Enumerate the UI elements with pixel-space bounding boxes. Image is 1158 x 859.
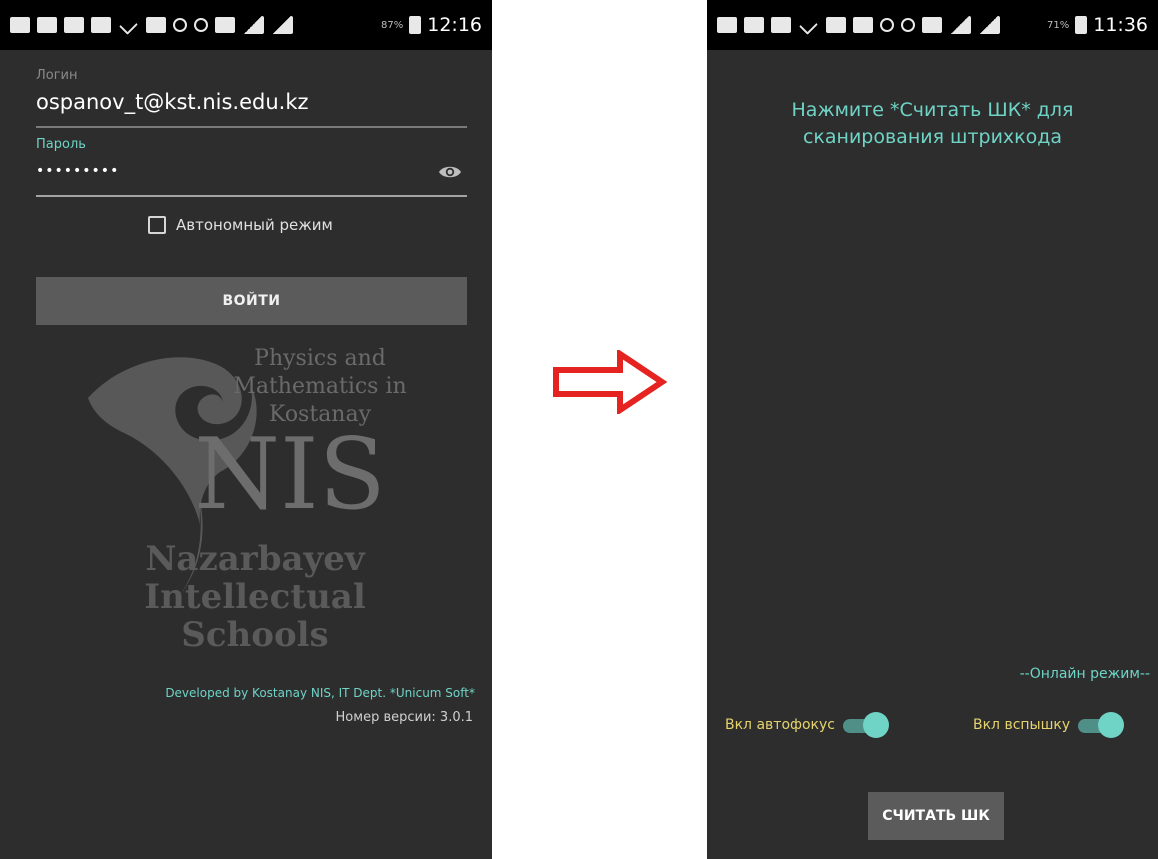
battery-percent: 87% (381, 19, 404, 31)
autofocus-label: Вкл автофокус (725, 717, 835, 733)
calendar-icon (744, 17, 764, 33)
flash-label: Вкл вспышку (973, 717, 1071, 733)
signal-2-icon (978, 16, 1000, 34)
flash-toggle[interactable] (1078, 711, 1125, 739)
alarm-icon (173, 18, 187, 32)
login-underline (36, 126, 467, 128)
toggle-knob[interactable] (1098, 712, 1125, 738)
status-bar: 71% 11:36 (707, 0, 1158, 50)
password-input[interactable]: ••••••••• (36, 163, 119, 179)
image-icon (64, 17, 84, 33)
message-icon (10, 17, 30, 33)
email-icon (37, 17, 57, 33)
toggle-knob[interactable] (862, 712, 889, 738)
scan-instruction-text: Нажмите *Считать ШК* для сканирования шт… (791, 99, 1074, 148)
signal-2-icon (271, 16, 293, 34)
message-icon (717, 17, 737, 33)
download-check-icon (799, 15, 818, 35)
wifi-icon (194, 18, 208, 32)
autofocus-row: Вкл автофокус (725, 711, 889, 739)
status-bar: 87% 12:16 (0, 0, 492, 50)
logo-nazarbayev-text: Nazarbayev Intellectual Schools (144, 539, 366, 655)
offline-mode-checkbox[interactable]: Автономный режим (148, 216, 333, 234)
login-screen: 87% 12:16 Логин ospanov_t@kst.nis.edu.kz… (0, 0, 492, 859)
login-input[interactable]: ospanov_t@kst.nis.edu.kz (36, 90, 309, 114)
nfc-icon (215, 17, 235, 33)
online-mode-text: --Онлайн режим-- (1019, 666, 1150, 682)
battery-percent: 71% (1047, 19, 1070, 31)
login-button[interactable]: ВОЙТИ (36, 277, 467, 325)
status-time: 12:16 (427, 14, 482, 36)
right-arrow-icon (553, 350, 667, 414)
alarm-icon (880, 18, 894, 32)
signal-icon (949, 16, 971, 34)
login-label: Логин (36, 68, 78, 83)
flash-row: Вкл вспышку (973, 711, 1125, 739)
calendar-icon (91, 17, 111, 33)
password-label: Пароль (36, 137, 86, 152)
nfc-icon (922, 17, 942, 33)
password-underline (36, 195, 467, 197)
notification-icons (717, 15, 1047, 35)
eye-icon[interactable] (438, 164, 462, 180)
screenshot-canvas: 87% 12:16 Логин ospanov_t@kst.nis.edu.kz… (0, 0, 1158, 859)
status-right: 87% 12:16 (381, 14, 482, 36)
email-icon (826, 17, 846, 33)
status-time: 11:36 (1093, 14, 1148, 36)
offline-mode-label: Автономный режим (176, 216, 333, 234)
battery-icon (409, 16, 422, 34)
notification-icons (10, 15, 381, 35)
logo-physics-text: Physics and Mathematics in Kostanay (233, 346, 407, 427)
status-right: 71% 11:36 (1047, 14, 1148, 36)
image-icon (771, 17, 791, 33)
download-check-icon (119, 15, 138, 35)
signal-icon (242, 16, 264, 34)
battery-icon (1075, 16, 1088, 34)
version-text: Номер версии: 3.0.1 (335, 710, 473, 725)
mute-icon (146, 17, 166, 33)
wifi-icon (901, 18, 915, 32)
developed-by-text: Developed by Kostanay NIS, IT Dept. *Uni… (165, 686, 475, 700)
scanner-screen: 71% 11:36 Нажмите *Считать ШК* для скани… (707, 0, 1158, 859)
mute-icon (853, 17, 873, 33)
checkbox-box[interactable] (148, 216, 166, 234)
logo-nis-text: NIS (194, 418, 386, 532)
autofocus-toggle[interactable] (842, 711, 889, 739)
scan-barcode-button[interactable]: СЧИТАТЬ ШК (868, 792, 1004, 840)
